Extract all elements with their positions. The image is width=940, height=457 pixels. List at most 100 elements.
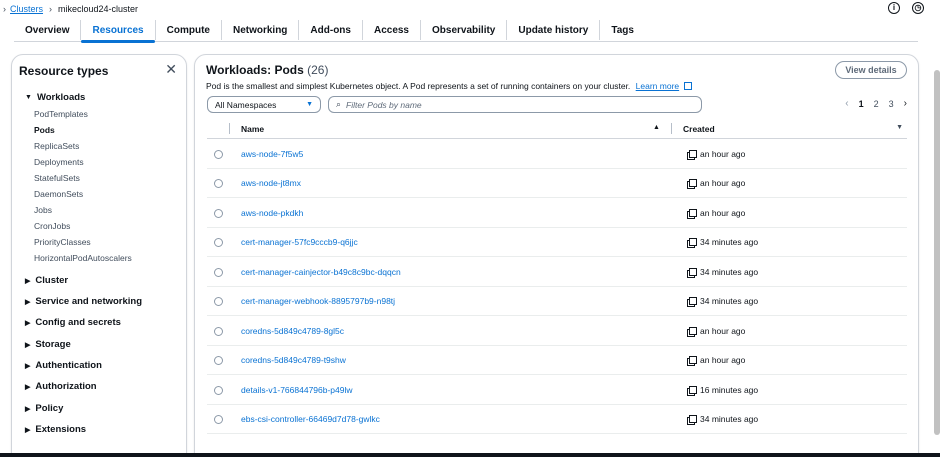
group-label: Policy [35, 403, 64, 414]
copy-icon [687, 237, 697, 248]
table-row: aws-node-pkdkh an hour ago [207, 199, 907, 228]
group-config-and-secrets[interactable]: ▶ Config and secrets [25, 317, 121, 328]
group-storage[interactable]: ▶ Storage [25, 339, 71, 350]
group-label: Config and secrets [35, 317, 121, 328]
table-row: coredns-5d849c4789-t9shw an hour ago [207, 346, 907, 375]
table-row: coredns-5d849c4789-8gl5c an hour ago [207, 317, 907, 346]
sidebar-item-horizontalpodautoscalers[interactable]: HorizontalPodAutoscalers [34, 253, 132, 263]
page-scrollbar[interactable] [934, 70, 940, 435]
created-value: 16 minutes ago [700, 385, 759, 395]
table-row: cert-manager-57fc9cccb9-q6jjc 34 minutes … [207, 228, 907, 257]
group-policy[interactable]: ▶ Policy [25, 403, 63, 414]
settings-icon[interactable]: ◷ [912, 2, 924, 14]
group-label: Authentication [35, 360, 102, 371]
sort-icon[interactable]: ▼ [896, 124, 903, 131]
sidebar-item-pods[interactable]: Pods [34, 125, 55, 135]
resource-types-title: Resource types [19, 64, 109, 78]
pod-name-link[interactable]: cert-manager-57fc9cccb9-q6jjc [241, 237, 358, 247]
tab-add-ons[interactable]: Add-ons [299, 20, 363, 40]
sidebar-item-priorityclasses[interactable]: PriorityClasses [34, 237, 91, 247]
tab-update-history[interactable]: Update history [507, 20, 601, 40]
row-radio[interactable] [214, 356, 223, 365]
pod-name-link[interactable]: aws-node-jt8mx [241, 178, 301, 188]
group-extensions[interactable]: ▶ Extensions [25, 424, 86, 435]
created-cell: 34 minutes ago [687, 267, 759, 278]
row-radio[interactable] [214, 209, 223, 218]
next-page-icon[interactable]: › [904, 98, 907, 109]
caret-right-icon: ▶ [25, 362, 31, 370]
info-icon[interactable]: i [888, 2, 900, 14]
sidebar-item-cronjobs[interactable]: CronJobs [34, 221, 70, 231]
tab-networking[interactable]: Networking [222, 20, 300, 40]
tab-tags[interactable]: Tags [600, 20, 645, 40]
group-authorization[interactable]: ▶ Authorization [25, 381, 97, 392]
pod-name-link[interactable]: cert-manager-webhook-8895797b9-n98tj [241, 296, 395, 306]
group-service-and-networking[interactable]: ▶ Service and networking [25, 296, 142, 307]
search-icon: ⌕ [336, 99, 342, 109]
tab-compute[interactable]: Compute [156, 20, 222, 40]
copy-icon [687, 296, 697, 307]
chevron-right-icon: › [49, 3, 53, 14]
pod-name-link[interactable]: coredns-5d849c4789-t9shw [241, 355, 346, 365]
tab-overview[interactable]: Overview [14, 20, 82, 40]
pod-name-link[interactable]: details-v1-766844796b-p49lw [241, 385, 353, 395]
created-value: 34 minutes ago [700, 237, 759, 247]
pod-name-link[interactable]: ebs-csi-controller-66469d7d78-gwlkc [241, 414, 380, 424]
group-authentication[interactable]: ▶ Authentication [25, 360, 102, 371]
pod-name-link[interactable]: cert-manager-cainjector-b49c8c9bc-dqqcn [241, 267, 401, 277]
row-radio[interactable] [214, 386, 223, 395]
group-label: Extensions [35, 424, 87, 435]
column-name-header[interactable]: Name [241, 124, 264, 134]
sidebar-item-replicasets[interactable]: ReplicaSets [34, 141, 79, 151]
pod-name-link[interactable]: aws-node-7f5w5 [241, 149, 303, 159]
row-radio[interactable] [214, 150, 223, 159]
pod-name-link[interactable]: coredns-5d849c4789-8gl5c [241, 326, 344, 336]
created-value: 34 minutes ago [700, 267, 759, 277]
created-cell: an hour ago [687, 178, 746, 189]
sidebar-item-podtemplates[interactable]: PodTemplates [34, 109, 88, 119]
tab-observability[interactable]: Observability [421, 20, 508, 40]
group-cluster[interactable]: ▶ Cluster [25, 275, 68, 286]
page-1[interactable]: 1 [859, 99, 864, 109]
resource-types-panel: Resource types ✕ ▼ Workloads PodTemplate… [11, 54, 187, 457]
copy-icon [687, 326, 697, 337]
copy-icon [687, 267, 697, 278]
row-radio[interactable] [214, 179, 223, 188]
table-row: cert-manager-webhook-8895797b9-n98tj 34 m… [207, 287, 907, 316]
pod-name-link[interactable]: aws-node-pkdkh [241, 208, 303, 218]
row-radio[interactable] [214, 327, 223, 336]
sidebar-item-statefulsets[interactable]: StatefulSets [34, 173, 80, 183]
namespace-value: All Namespaces [215, 99, 277, 110]
group-label: Authorization [35, 381, 97, 392]
row-radio[interactable] [214, 297, 223, 306]
namespace-select[interactable]: All Namespaces ▼ [207, 96, 321, 113]
tab-resources[interactable]: Resources [81, 20, 156, 43]
copy-icon [687, 149, 697, 160]
caret-right-icon: ▶ [25, 426, 31, 434]
prev-page-icon[interactable]: ‹ [845, 98, 848, 109]
created-value: an hour ago [700, 178, 746, 188]
caret-right-icon: ▶ [25, 383, 31, 391]
group-label: Workloads [36, 92, 86, 103]
page-2[interactable]: 2 [874, 99, 879, 109]
sidebar-item-jobs[interactable]: Jobs [34, 205, 52, 215]
sort-ascending-icon[interactable]: ▲ [653, 124, 660, 131]
row-radio[interactable] [214, 415, 223, 424]
breadcrumb-clusters-link[interactable]: Clusters [10, 4, 43, 14]
column-created-header[interactable]: Created [683, 124, 715, 134]
filter-pods-input[interactable]: ⌕ Filter Pods by name [328, 96, 702, 113]
row-radio[interactable] [214, 268, 223, 277]
tab-access[interactable]: Access [363, 20, 421, 40]
created-cell: an hour ago [687, 149, 745, 160]
learn-more-link[interactable]: Learn more [636, 81, 679, 91]
created-value: 34 minutes ago [700, 414, 759, 424]
row-radio[interactable] [214, 238, 223, 247]
group-workloads[interactable]: ▼ Workloads [25, 92, 85, 103]
view-details-button[interactable]: View details [835, 61, 907, 79]
close-icon[interactable]: ✕ [165, 61, 177, 78]
page-3[interactable]: 3 [889, 99, 894, 109]
sidebar-item-deployments[interactable]: Deployments [34, 157, 84, 167]
caret-right-icon: ▶ [25, 277, 31, 285]
sidebar-item-daemonsets[interactable]: DaemonSets [34, 189, 83, 199]
caret-down-icon: ▼ [306, 101, 313, 108]
